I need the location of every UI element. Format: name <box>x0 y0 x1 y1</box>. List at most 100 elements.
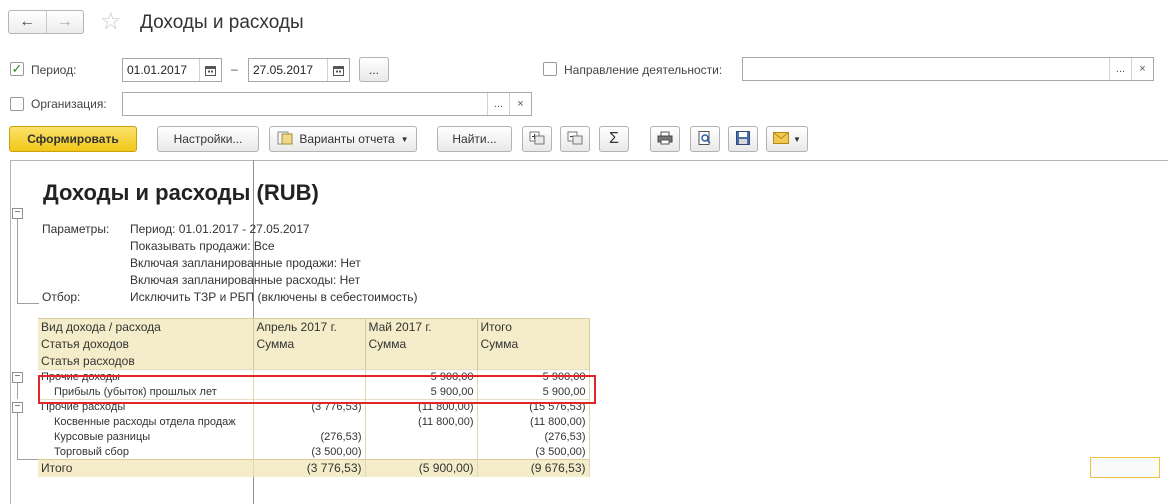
param-line: Включая запланированные продажи: Нет <box>130 256 361 270</box>
row-name: Торговый сбор <box>38 444 254 460</box>
collapse-income-icon[interactable]: − <box>12 372 23 383</box>
checkmark-icon: ✓ <box>11 61 23 76</box>
cell-apr: (276,53) <box>253 429 366 445</box>
preview-button[interactable] <box>690 126 720 152</box>
mail-icon <box>773 131 790 147</box>
sum-button[interactable]: Σ <box>599 126 629 152</box>
column-header: Итого <box>477 318 590 336</box>
column-header: Сумма <box>477 335 590 353</box>
param-line: Период: 01.01.2017 - 27.05.2017 <box>130 222 310 236</box>
date-to-value: 27.05.2017 <box>253 63 314 77</box>
generate-button[interactable]: Сформировать <box>9 126 137 152</box>
cell-apr <box>253 414 366 430</box>
column-header: Статья расходов <box>38 352 254 370</box>
period-select-button[interactable]: ... <box>359 57 389 82</box>
column-header: Май 2017 г. <box>365 318 478 336</box>
save-button[interactable] <box>728 126 758 152</box>
collapse-header-icon[interactable]: − <box>12 208 23 219</box>
direction-select-button[interactable]: ... <box>1109 58 1131 80</box>
calendar-icon[interactable] <box>327 59 349 81</box>
find-button[interactable]: Найти... <box>437 126 512 152</box>
highlight-frame <box>38 375 596 404</box>
expense-group-end <box>17 459 39 460</box>
arrow-right-icon: → <box>56 13 73 30</box>
cell-apr: (3 776,53) <box>253 459 366 477</box>
column-header <box>253 352 366 370</box>
organization-field[interactable]: ... × <box>122 92 532 116</box>
favorite-star-icon[interactable]: ☆ <box>100 8 122 36</box>
save-icon <box>735 130 751 148</box>
row-name: Косвенные расходы отдела продаж <box>38 414 254 430</box>
organization-value <box>123 93 487 115</box>
filter-value: Исключить ТЗР и РБП (включены в себестои… <box>130 290 418 304</box>
chevron-down-icon: ▼ <box>400 134 409 144</box>
back-button[interactable]: ← <box>9 11 46 33</box>
period-label: Период: <box>31 63 77 77</box>
cell-total: (276,53) <box>477 429 590 445</box>
organization-checkbox[interactable] <box>10 97 24 111</box>
selected-cell[interactable] <box>1090 457 1160 478</box>
row-name: Итого <box>38 459 254 477</box>
header-group-line <box>17 214 18 304</box>
sum-icon: Σ <box>609 130 619 147</box>
report-title: Доходы и расходы (RUB) <box>43 180 319 205</box>
chevron-down-icon: ▼ <box>793 134 801 144</box>
table-row[interactable]: Косвенные расходы отдела продаж (11 800,… <box>38 414 590 430</box>
date-from-field[interactable]: 01.01.2017 <box>122 58 222 82</box>
table-total-row[interactable]: Итого (3 776,53) (5 900,00) (9 676,53) <box>38 459 590 477</box>
organization-select-button[interactable]: ... <box>487 93 509 115</box>
cell-total: (9 676,53) <box>477 459 590 477</box>
param-line: Включая запланированные расходы: Нет <box>130 273 361 287</box>
column-header: Вид дохода / расхода <box>38 318 254 336</box>
cell-may: (11 800,00) <box>365 414 478 430</box>
forward-button[interactable]: → <box>45 11 84 33</box>
table-header-row: Статья доходов Сумма Сумма Сумма <box>38 335 590 353</box>
date-to-field[interactable]: 27.05.2017 <box>248 58 350 82</box>
table-row[interactable]: Торговый сбор (3 500,00) (3 500,00) <box>38 444 590 460</box>
settings-button[interactable]: Настройки... <box>157 126 259 152</box>
collapse-expense-icon[interactable]: − <box>12 402 23 413</box>
cell-may <box>365 429 478 445</box>
variants-icon <box>277 131 293 148</box>
date-from-value: 01.01.2017 <box>127 63 188 77</box>
page-title: Доходы и расходы <box>140 12 304 33</box>
expand-all-button[interactable] <box>522 126 552 152</box>
cell-may <box>365 444 478 460</box>
table-header-row: Статья расходов <box>38 352 590 370</box>
column-header: Сумма <box>253 335 366 353</box>
column-header: Апрель 2017 г. <box>253 318 366 336</box>
param-line: Показывать продажи: Все <box>130 239 275 253</box>
direction-value <box>743 58 1109 80</box>
column-header <box>365 352 478 370</box>
column-header: Статья доходов <box>38 335 254 353</box>
column-header: Сумма <box>365 335 478 353</box>
collapse-all-button[interactable] <box>560 126 590 152</box>
direction-checkbox[interactable] <box>543 62 557 76</box>
cell-total: (3 500,00) <box>477 444 590 460</box>
params-label: Параметры: <box>42 222 110 236</box>
column-header <box>477 352 590 370</box>
direction-field[interactable]: ... × <box>742 57 1154 81</box>
cell-may: (5 900,00) <box>365 459 478 477</box>
direction-clear-icon[interactable]: × <box>1131 58 1153 80</box>
header-group-end <box>17 303 39 304</box>
date-separator: – <box>231 62 238 76</box>
print-button[interactable] <box>650 126 680 152</box>
row-name: Курсовые разницы <box>38 429 254 445</box>
report-variants-button[interactable]: Варианты отчета ▼ <box>269 126 417 152</box>
direction-label: Направление деятельности: <box>564 63 723 77</box>
expand-icon <box>529 131 545 148</box>
print-icon <box>657 131 673 148</box>
report-variants-label: Варианты отчета <box>299 132 395 146</box>
table-row[interactable]: Курсовые разницы (276,53) (276,53) <box>38 429 590 445</box>
history-nav: ← → <box>8 10 84 34</box>
organization-clear-icon[interactable]: × <box>509 93 531 115</box>
period-checkbox[interactable]: ✓ <box>10 62 24 76</box>
organization-label: Организация: <box>31 97 107 111</box>
cell-apr: (3 500,00) <box>253 444 366 460</box>
cell-total: (11 800,00) <box>477 414 590 430</box>
preview-icon <box>697 130 713 148</box>
calendar-icon[interactable] <box>199 59 221 81</box>
collapse-icon <box>567 131 583 148</box>
send-mail-button[interactable]: ▼ <box>766 126 808 152</box>
